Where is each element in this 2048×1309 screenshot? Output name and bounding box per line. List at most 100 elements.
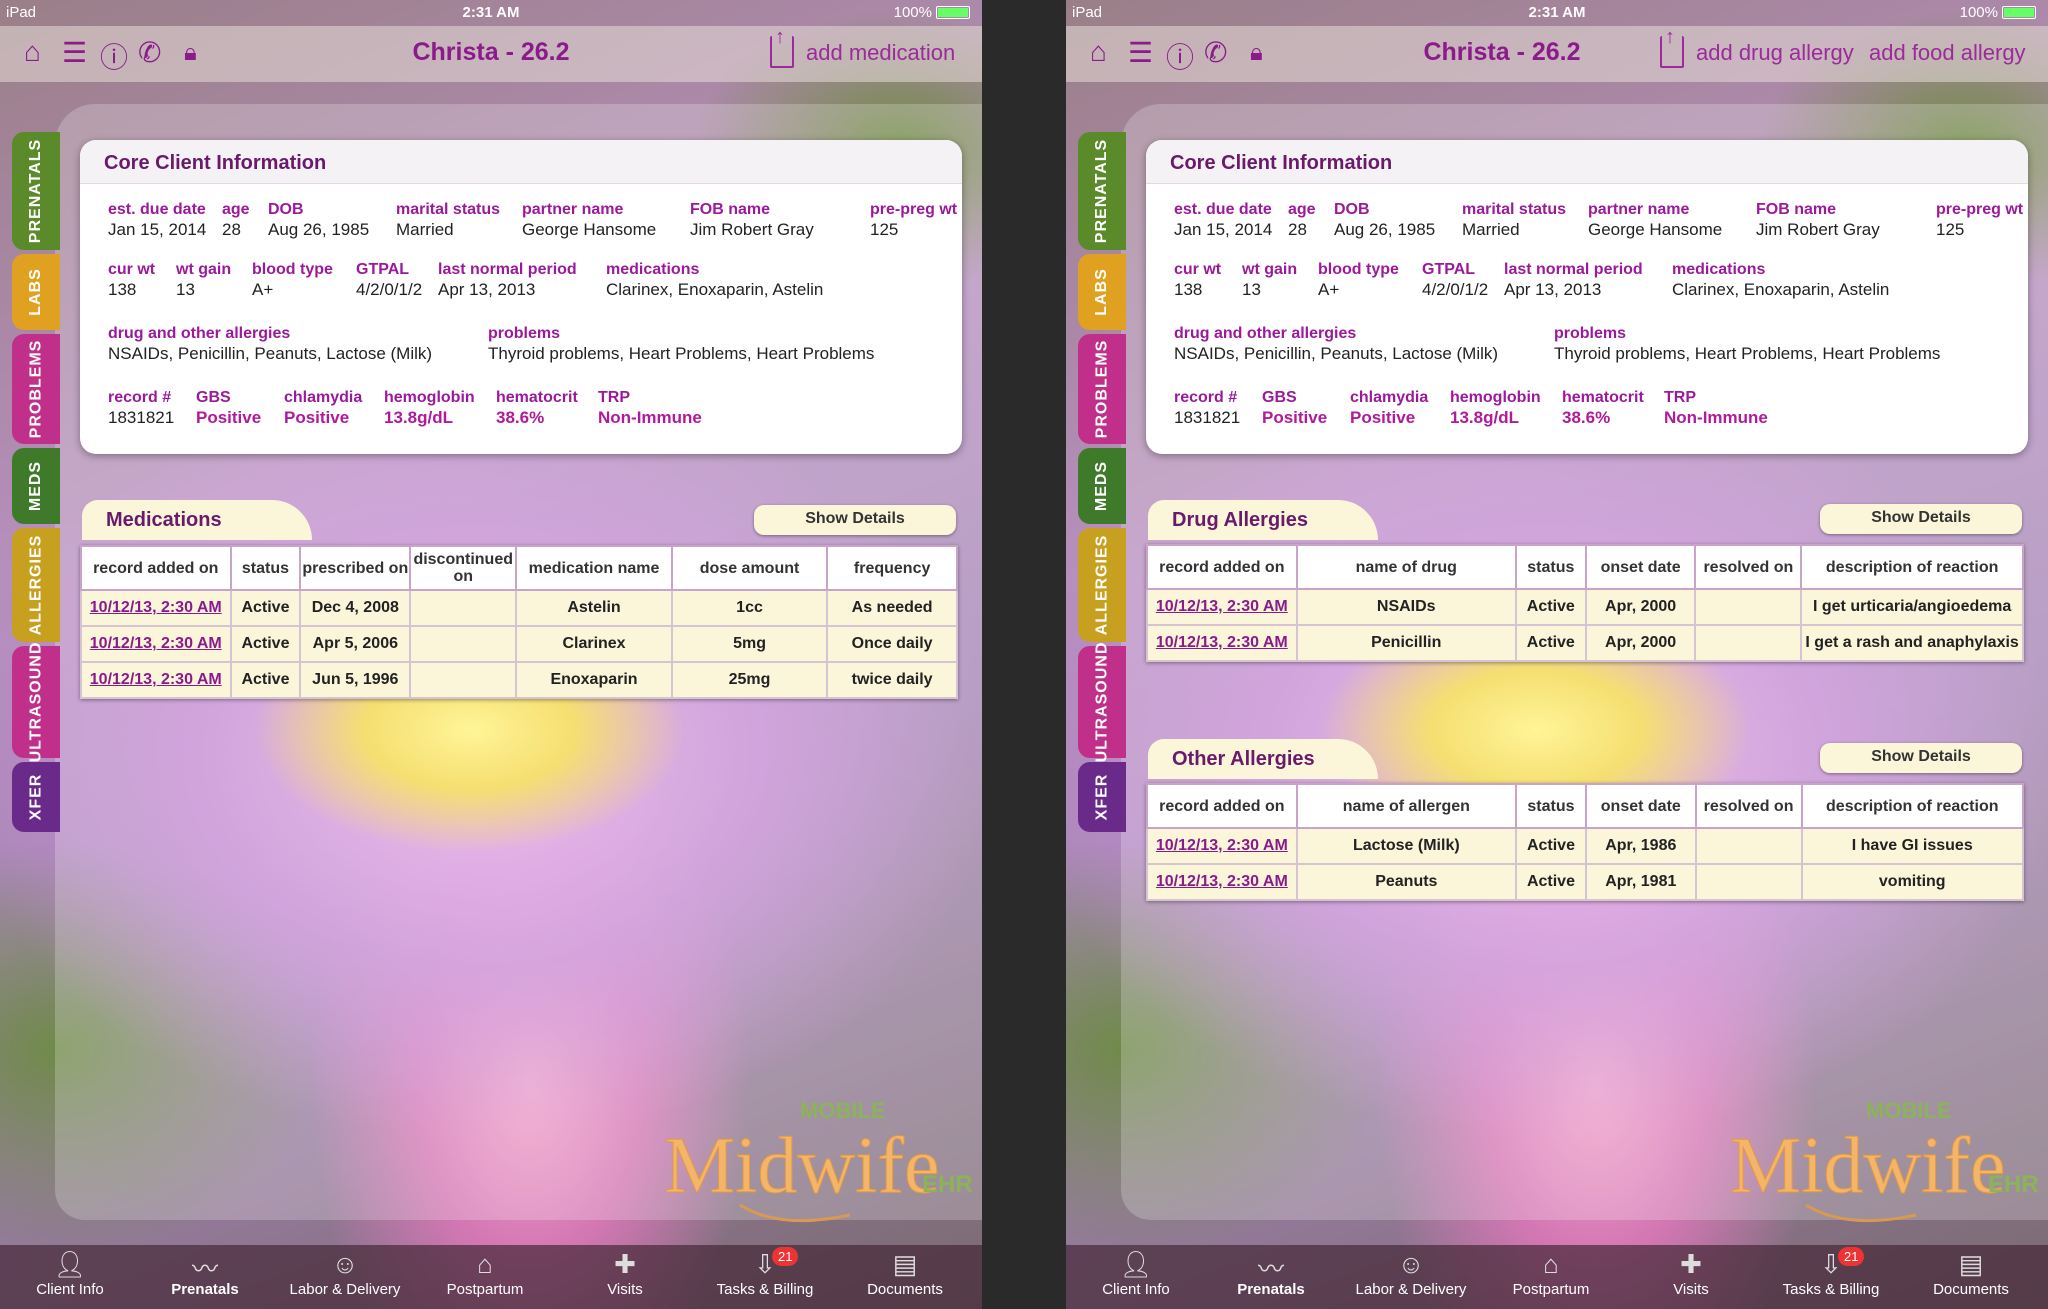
record-date-link[interactable]: 10/12/13, 2:30 AM <box>80 589 232 627</box>
side-tab-allergies[interactable]: ALLERGIES <box>1078 528 1126 642</box>
column-header[interactable]: description of reaction <box>1800 783 2024 829</box>
table-cell: Apr, 2000 <box>1584 624 1697 662</box>
tab-documents[interactable]: ▤ Documents <box>1906 1245 2036 1309</box>
record-date-link[interactable]: 10/12/13, 2:30 AM <box>80 625 232 663</box>
add-medication-button[interactable]: add medication <box>806 40 955 66</box>
person-icon: 👤︎ <box>53 1249 87 1279</box>
record-date-link[interactable]: 10/12/13, 2:30 AM <box>1146 624 1298 662</box>
column-header[interactable]: resolved on <box>1694 783 1803 829</box>
core-field-value: Non-Immune <box>598 408 702 427</box>
column-header[interactable]: status <box>1515 783 1587 829</box>
tab-label: Prenatals <box>171 1281 239 1298</box>
table-cell: Active <box>1514 624 1587 662</box>
side-tab-prenatals[interactable]: PRENATALS <box>12 132 60 250</box>
core-field-label: TRP <box>598 389 630 406</box>
side-tab-xfer[interactable]: XFER <box>12 762 60 832</box>
side-tab-ultrasound[interactable]: ULTRASOUND <box>1078 642 1126 762</box>
record-date-link[interactable]: 10/12/13, 2:30 AM <box>1146 827 1298 865</box>
tab-visits[interactable]: ✚ Visits <box>1626 1245 1756 1309</box>
core-field-label: est. due date <box>1174 201 1272 218</box>
table-row[interactable]: 10/12/13, 2:30 AM Penicillin Active Apr, 20… <box>1146 624 2024 662</box>
core-field-label: medications <box>1672 261 1766 278</box>
core-field: medications Clarinex, Enoxaparin, Astelin <box>606 260 823 300</box>
side-tab-prenatals[interactable]: PRENATALS <box>1078 132 1126 250</box>
core-field-label: GTPAL <box>356 261 410 278</box>
side-tab-labs[interactable]: LABS <box>1078 254 1126 330</box>
side-tab-allergies[interactable]: ALLERGIES <box>12 528 60 642</box>
core-field: DOB Aug 26, 1985 <box>268 200 369 240</box>
core-field-value: Clarinex, Enoxaparin, Astelin <box>606 280 824 299</box>
tab-postpartum[interactable]: ⌂ Postpartum <box>1486 1245 1616 1309</box>
table-row[interactable]: 10/12/13, 2:30 AM Lactose (Milk) Active Apr… <box>1146 827 2024 865</box>
column-header[interactable]: frequency <box>826 545 958 591</box>
tab-prenatals[interactable]: 〰 Prenatals <box>1206 1245 1336 1309</box>
table-row[interactable]: 10/12/13, 2:30 AM Active Dec 4, 2008 Asteli… <box>80 589 958 627</box>
show-details-button[interactable]: Show Details <box>1820 743 2022 773</box>
tab-labor-delivery[interactable]: ☺ Labor & Delivery <box>1346 1245 1476 1309</box>
tab-label: Documents <box>1933 1281 2009 1298</box>
tab-documents[interactable]: ▤ Documents <box>840 1245 970 1309</box>
column-header[interactable]: name of allergen <box>1295 783 1518 829</box>
tab-prenatals[interactable]: 〰 Prenatals <box>140 1245 270 1309</box>
table-row[interactable]: 10/12/13, 2:30 AM NSAIDs Active Apr, 2000 I … <box>1146 588 2024 626</box>
battery-indicator: 100% <box>1960 4 2036 21</box>
column-header[interactable]: resolved on <box>1694 544 1803 590</box>
tab-client-info[interactable]: 👤︎ Client Info <box>1071 1245 1201 1309</box>
column-header[interactable]: prescribed on <box>299 545 412 591</box>
show-details-button[interactable]: Show Details <box>754 505 956 535</box>
table-cell: I get a rash and anaphylaxis <box>1800 624 2024 662</box>
core-field: problems Thyroid problems, Heart Problems… <box>488 324 874 364</box>
side-tab-problems[interactable]: PROBLEMS <box>12 334 60 444</box>
table-cell: vomiting <box>1800 863 2024 901</box>
column-header[interactable]: discontinued on <box>409 545 518 591</box>
column-header[interactable]: name of drug <box>1295 544 1517 590</box>
column-header[interactable]: dose amount <box>670 545 829 591</box>
share-icon[interactable] <box>770 26 794 68</box>
record-date-link[interactable]: 10/12/13, 2:30 AM <box>80 661 232 699</box>
tab-client-info[interactable]: 👤︎ Client Info <box>5 1245 135 1309</box>
table-header-row: record added on name of drug status onset d… <box>1146 544 2024 590</box>
core-field-value: 28 <box>222 220 241 239</box>
add-drug-allergy-button[interactable]: add drug allergy <box>1696 40 1854 66</box>
side-tab-problems[interactable]: PROBLEMS <box>1078 334 1126 444</box>
cabinet-icon: ▤ <box>892 1249 918 1279</box>
record-date-link[interactable]: 10/12/13, 2:30 AM <box>1146 863 1298 901</box>
side-tab-labs[interactable]: LABS <box>12 254 60 330</box>
record-date-link[interactable]: 10/12/13, 2:30 AM <box>1146 588 1298 626</box>
table-row[interactable]: 10/12/13, 2:30 AM Active Jun 5, 1996 Enoxap… <box>80 661 958 699</box>
tab-tasks-billing[interactable]: ⇩ Tasks & Billing 21 <box>700 1245 830 1309</box>
medkit-icon: ✚ <box>1680 1249 1702 1279</box>
column-header[interactable]: medication name <box>515 545 673 591</box>
core-field: blood type A+ <box>1318 260 1399 300</box>
column-header[interactable]: onset date <box>1584 783 1697 829</box>
side-tab-ultrasound[interactable]: ULTRASOUND <box>12 642 60 762</box>
side-tab-xfer[interactable]: XFER <box>1078 762 1126 832</box>
tab-labor-delivery[interactable]: ☺ Labor & Delivery <box>280 1245 410 1309</box>
core-field-label: partner name <box>522 201 624 218</box>
table-row[interactable]: 10/12/13, 2:30 AM Peanuts Active Apr, 1981 v… <box>1146 863 2024 901</box>
column-header[interactable]: description of reaction <box>1800 544 2024 590</box>
side-tab-meds[interactable]: MEDS <box>1078 448 1126 524</box>
share-icon[interactable] <box>1660 26 1684 68</box>
core-info-card: Core Client Information est. due date Jan… <box>1146 140 2028 454</box>
core-field: TRP Non-Immune <box>1664 388 1768 428</box>
core-field-label: est. due date <box>108 201 206 218</box>
core-field-value: 1831821 <box>108 408 175 427</box>
column-header[interactable]: status <box>229 545 302 591</box>
tab-postpartum[interactable]: ⌂ Postpartum <box>420 1245 550 1309</box>
show-details-button[interactable]: Show Details <box>1820 504 2022 534</box>
add-food-allergy-button[interactable]: add food allergy <box>1869 40 2026 66</box>
table-cell <box>409 589 518 627</box>
tab-tasks-billing[interactable]: ⇩ Tasks & Billing 21 <box>1766 1245 1896 1309</box>
side-tab-meds[interactable]: MEDS <box>12 448 60 524</box>
core-field: pre-preg wt 125 <box>1936 200 2023 240</box>
tab-visits[interactable]: ✚ Visits <box>560 1245 690 1309</box>
column-header[interactable]: record added on <box>80 545 232 591</box>
core-field-value: Positive <box>196 408 262 427</box>
column-header[interactable]: onset date <box>1584 544 1697 590</box>
table-row[interactable]: 10/12/13, 2:30 AM Active Apr 5, 2006 Clarin… <box>80 625 958 663</box>
column-header[interactable]: record added on <box>1146 544 1298 590</box>
column-header[interactable]: record added on <box>1146 783 1298 829</box>
table-cell <box>1694 588 1803 626</box>
column-header[interactable]: status <box>1514 544 1587 590</box>
